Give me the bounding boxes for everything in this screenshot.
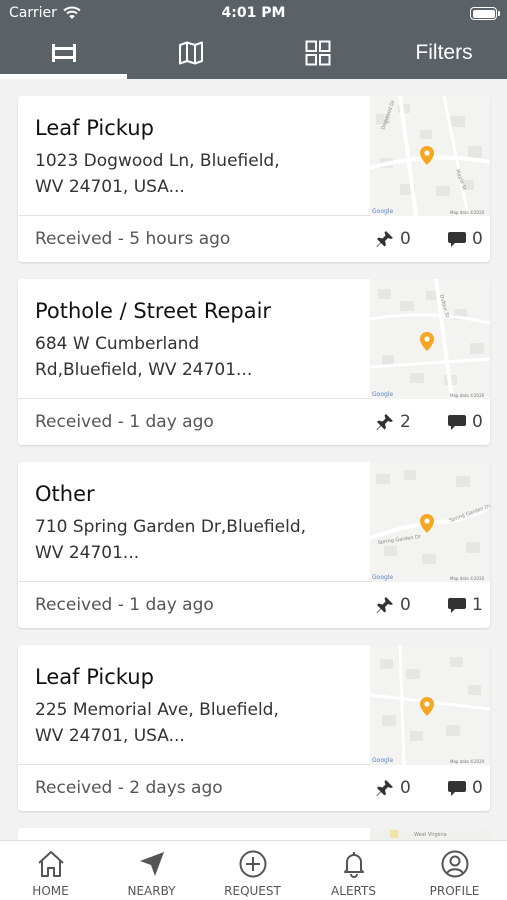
nav-request-label: REQUEST	[224, 884, 281, 898]
comment-count: 1	[472, 595, 483, 615]
view-tab-bar: Filters	[0, 30, 507, 79]
nav-nearby-label: NEARBY	[127, 884, 176, 898]
pin-icon	[376, 597, 393, 613]
nav-profile[interactable]: PROFILE	[404, 841, 505, 900]
nav-request[interactable]: REQUEST	[202, 841, 303, 900]
svg-text:Map data ©2020: Map data ©2020	[450, 210, 485, 215]
pin-icon	[376, 231, 393, 247]
pin-count: 0	[400, 229, 411, 249]
tab-list-view[interactable]	[0, 30, 127, 76]
pin-icon	[376, 780, 393, 796]
svg-text:Google: Google	[372, 757, 393, 764]
comment-icon	[448, 232, 466, 247]
request-card[interactable]: Other 710 Spring Garden Dr,Bluefield, WV…	[18, 462, 490, 628]
list-icon	[51, 44, 76, 62]
request-card[interactable]: Leaf Pickup 1023 Dogwood Ln, Bluefield, …	[18, 96, 490, 262]
pin-count: 2	[400, 412, 411, 432]
nav-profile-label: PROFILE	[429, 884, 480, 898]
request-title: Leaf Pickup	[35, 116, 154, 140]
comment-count: 0	[472, 229, 483, 249]
svg-text:Map data ©2020: Map data ©2020	[450, 759, 485, 764]
status-bar: Carrier 4:01 PM	[0, 0, 507, 30]
map-thumbnail[interactable]: Dufour St Google Map data ©2020	[370, 279, 490, 399]
request-status: Received - 2 days ago	[35, 778, 223, 798]
pin-icon	[376, 414, 393, 430]
plus-circle-icon	[239, 850, 267, 878]
clock-time: 4:01 PM	[221, 5, 286, 21]
request-address: 710 Spring Garden Dr,Bluefield, WV 24701…	[35, 517, 307, 563]
map-thumbnail[interactable]: Spring Garden Dr Spring Garden Dr Google…	[370, 462, 490, 582]
comment-icon	[448, 781, 466, 796]
comment-count: 0	[472, 778, 483, 798]
request-status: Received - 1 day ago	[35, 412, 214, 432]
svg-text:Google: Google	[372, 391, 393, 398]
comment-count: 0	[472, 412, 483, 432]
request-address: 225 Memorial Ave, Bluefield, WV 24701, U…	[35, 700, 279, 746]
request-title: Other	[35, 482, 95, 506]
svg-text:Google: Google	[372, 208, 393, 215]
nav-nearby[interactable]: NEARBY	[101, 841, 202, 900]
bell-icon	[344, 852, 364, 878]
request-status: Received - 5 hours ago	[35, 229, 231, 249]
comment-icon	[448, 598, 466, 613]
pin-count: 0	[400, 778, 411, 798]
nav-alerts-label: ALERTS	[331, 884, 376, 898]
svg-text:Google: Google	[372, 574, 393, 581]
comment-icon	[448, 415, 466, 430]
grid-icon	[305, 40, 330, 66]
tab-map-view[interactable]	[127, 30, 254, 76]
svg-text:Map data ©2020: Map data ©2020	[450, 576, 485, 581]
tab-grid-view[interactable]	[254, 30, 381, 76]
battery-icon	[470, 7, 500, 20]
user-circle-icon	[441, 850, 469, 878]
map-icon	[178, 41, 203, 65]
request-card[interactable]: Leaf Pickup 225 Memorial Ave, Bluefield,…	[18, 645, 490, 811]
request-status: Received - 1 day ago	[35, 595, 214, 615]
request-address: 684 W Cumberland Rd,Bluefield, WV 24701.…	[35, 334, 253, 380]
home-icon	[38, 851, 64, 877]
filters-label: Filters	[415, 41, 473, 64]
request-title: Leaf Pickup	[35, 665, 154, 689]
request-title: Pothole / Street Repair	[35, 299, 272, 323]
map-thumbnail[interactable]: Dogwood Dr Maple St Google Map data ©202…	[370, 96, 490, 216]
request-card[interactable]: Pothole / Street Repair 684 W Cumberland…	[18, 279, 490, 445]
nav-home[interactable]: HOME	[0, 841, 101, 900]
nav-alerts[interactable]: ALERTS	[303, 841, 404, 900]
svg-text:Map data ©2020: Map data ©2020	[450, 393, 485, 398]
map-thumbnail[interactable]: Google Map data ©2020	[370, 645, 490, 765]
pin-count: 0	[400, 595, 411, 615]
filters-button[interactable]: Filters	[381, 30, 507, 76]
active-tab-indicator	[0, 74, 127, 79]
bottom-navigation: HOME NEARBY REQUEST ALERTS PROFILE	[0, 840, 507, 900]
nav-home-label: HOME	[32, 884, 69, 898]
navigation-arrow-icon	[140, 852, 164, 876]
svg-text:West Virginia: West Virginia	[414, 832, 447, 838]
request-address: 1023 Dogwood Ln, Bluefield, WV 24701, US…	[35, 151, 280, 197]
